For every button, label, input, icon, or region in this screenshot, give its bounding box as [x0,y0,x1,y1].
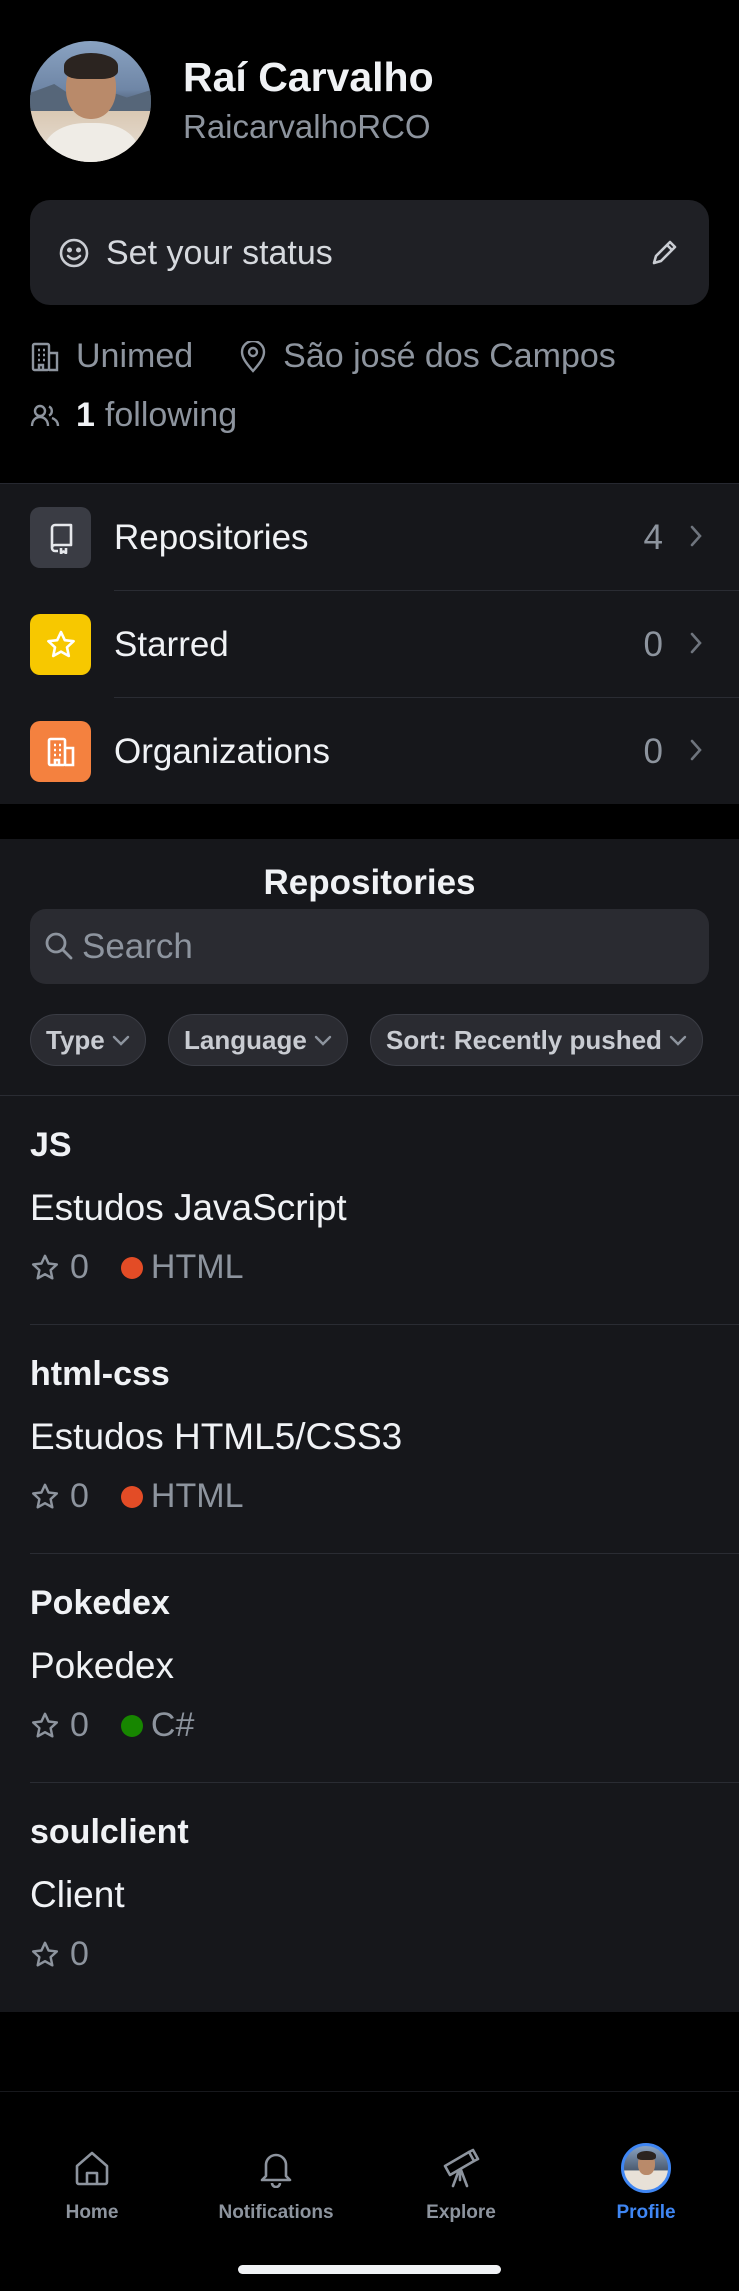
repository-item[interactable]: JS Estudos JavaScript 0 HTML [0,1096,739,1325]
menu-count: 0 [643,625,663,664]
language-color-dot [120,1256,143,1279]
profile-company: Unimed [76,337,194,375]
repository-language: HTML [150,1248,244,1286]
tab-explore[interactable]: Explore [381,2142,541,2224]
tab-bar: Home Notifications Explore Profile [0,2091,739,2291]
smiley-icon [58,237,90,274]
repository-description: Pokedex [30,1645,174,1686]
organization-icon [30,721,91,782]
star-icon [30,1711,60,1741]
menu-label: Repositories [114,518,309,557]
repository-name: JS [30,1126,72,1164]
star-icon [30,1253,60,1283]
set-status-button[interactable]: Set your status [30,200,709,305]
profile-header: Raí Carvalho RaicarvalhoRCO Set your sta… [0,0,739,483]
star-icon [30,614,91,675]
filter-sort-label: Sort: Recently pushed [386,1024,662,1055]
profile-avatar-icon [621,2143,671,2193]
repository-meta: 0 HTML [30,1248,243,1287]
home-icon [12,2142,172,2194]
repository-item[interactable]: html-css Estudos HTML5/CSS3 0 HTML [0,1325,739,1554]
filter-type-label: Type [46,1024,105,1055]
menu-count: 4 [643,518,663,557]
repository-description: Estudos HTML5/CSS3 [30,1416,403,1457]
profile-screen: Raí Carvalho RaicarvalhoRCO Set your sta… [0,0,739,2291]
repository-meta: 0 C# [30,1706,194,1745]
tab-label: Home [65,2202,119,2223]
repository-name: soulclient [30,1813,189,1851]
language-color-dot [120,1485,143,1508]
filter-language-button[interactable]: Language [168,1014,348,1066]
building-icon [30,341,60,373]
chevron-right-icon [689,631,703,660]
repository-name: Pokedex [30,1584,170,1622]
search-bar[interactable] [30,909,709,984]
repo-icon [30,507,91,568]
tab-label: Explore [426,2202,496,2223]
repository-name: html-css [30,1355,170,1393]
tab-home[interactable]: Home [12,2142,172,2224]
tab-profile[interactable]: Profile [566,2142,726,2224]
tab-label: Notifications [218,2202,334,2223]
repository-stars: 0 [70,1706,89,1744]
repository-language: HTML [150,1477,244,1515]
pencil-icon [649,236,681,273]
chevron-right-icon [689,524,703,553]
menu-item-repositories[interactable]: Repositories 4 [0,484,739,591]
people-icon [30,402,60,430]
menu-item-starred[interactable]: Starred 0 [0,591,739,698]
profile-name: Raí Carvalho [183,54,434,100]
chevron-right-icon [689,738,703,767]
repository-item[interactable]: Pokedex Pokedex 0 C# [0,1554,739,1783]
repository-language: C# [150,1706,195,1744]
search-input[interactable] [82,919,682,974]
profile-meta-company-location: Unimed São josé dos Campos [30,337,616,376]
search-icon [44,931,74,966]
repository-meta: 0 HTML [30,1477,243,1516]
filter-type-button[interactable]: Type [30,1014,146,1066]
home-indicator[interactable] [238,2265,501,2274]
repository-description: Estudos JavaScript [30,1187,347,1228]
repository-item[interactable]: soulclient Client 0 [0,1783,739,2012]
following-count: 1 [76,396,95,434]
language-color-dot [120,1714,143,1737]
profile-menu: Repositories 4 Starred 0 Organizations 0 [0,483,739,804]
menu-item-organizations[interactable]: Organizations 0 [0,698,739,805]
following-label: following [104,396,238,434]
repository-stars: 0 [70,1477,89,1515]
menu-label: Organizations [114,732,330,771]
chevron-down-icon [111,1033,131,1047]
chevron-down-icon [313,1033,333,1047]
repositories-section: Repositories Type Language Sort: Recen [0,839,739,2012]
star-icon [30,1940,60,1970]
bell-icon [196,2142,356,2194]
repository-meta: 0 [30,1935,89,1974]
user-avatar[interactable] [30,41,151,162]
location-pin-icon [239,340,267,373]
status-placeholder: Set your status [106,234,333,272]
menu-label: Starred [114,625,229,664]
tab-label: Profile [616,2202,676,2223]
repositories-title: Repositories [263,863,476,902]
repository-stars: 0 [70,1248,89,1286]
filter-language-label: Language [184,1024,307,1055]
star-icon [30,1482,60,1512]
menu-count: 0 [643,732,663,771]
repository-description: Client [30,1874,125,1915]
profile-login: RaicarvalhoRCO [183,108,431,145]
following-link[interactable]: 1 following [30,396,237,435]
chevron-down-icon [668,1033,688,1047]
filter-sort-button[interactable]: Sort: Recently pushed [370,1014,703,1066]
repository-stars: 0 [70,1935,89,1973]
tab-notifications[interactable]: Notifications [196,2142,356,2224]
telescope-icon [381,2142,541,2194]
profile-location: São josé dos Campos [283,337,616,375]
